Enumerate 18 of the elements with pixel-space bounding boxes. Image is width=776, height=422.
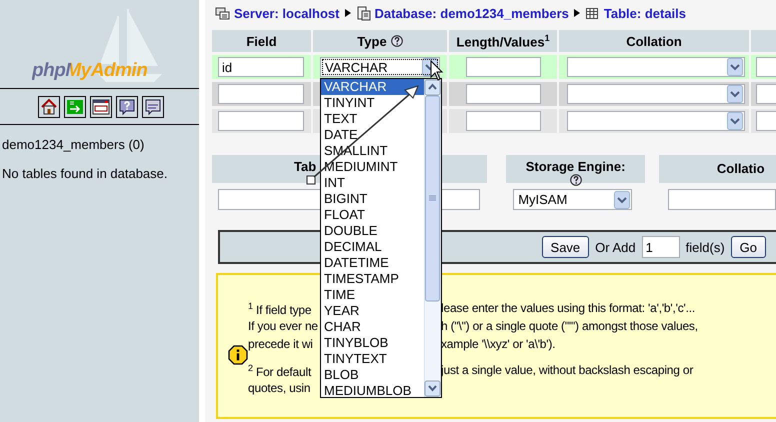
note-text: xample '\\xyz' or 'a\'b'). — [441, 337, 556, 353]
column-header: Field — [212, 30, 311, 52]
note-text: just a single value, without backslash escaping or — [441, 363, 694, 379]
note-text: lease enter the values using this format: 'a','b','c'... — [441, 301, 696, 317]
note-text: $^{1}$ If field type — [248, 301, 312, 319]
note-text: $^{2}$ For default — [248, 363, 312, 381]
column-header: Type — [313, 30, 447, 52]
column-header: Collation — [559, 30, 749, 52]
column-header: Storage Engine: — [506, 155, 645, 183]
fields-label: field(s) — [686, 240, 725, 254]
note-text: quotes, usin — [248, 381, 312, 397]
column-header: Length/Values$^{1}$ — [449, 30, 557, 52]
note-text: h ("\") or a single quote ("'") amongst those values, — [441, 319, 699, 335]
or-add-label: Or Add — [595, 240, 636, 254]
column-header: Collatio — [658, 155, 776, 183]
note-text: precede it wi — [248, 337, 314, 353]
note-text: If you ever ne — [248, 319, 319, 335]
empty-message: No tables found in database. — [2, 166, 169, 181]
